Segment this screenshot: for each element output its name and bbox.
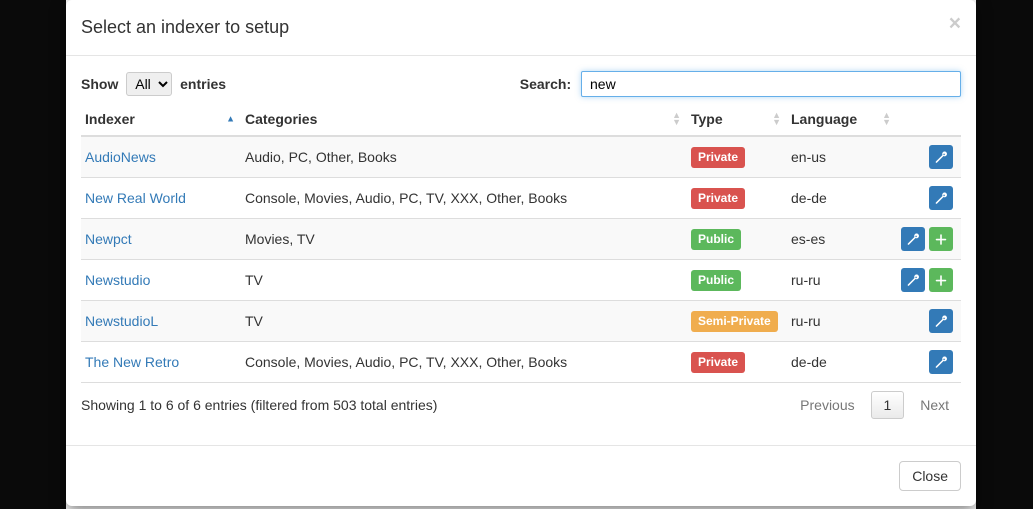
wrench-icon: [935, 192, 947, 205]
configure-button[interactable]: [929, 145, 953, 169]
categories-cell: TV: [241, 260, 687, 301]
page-number-current[interactable]: 1: [871, 391, 905, 419]
type-badge: Public: [691, 229, 741, 250]
col-header-language[interactable]: Language ▲▼: [787, 103, 897, 136]
plus-icon: [935, 274, 947, 287]
categories-cell: Console, Movies, Audio, PC, TV, XXX, Oth…: [241, 342, 687, 383]
indexer-link[interactable]: New Real World: [85, 190, 186, 206]
col-header-actions: [897, 103, 961, 136]
table-row: The New Retro Console, Movies, Audio, PC,…: [81, 342, 961, 383]
wrench-icon: [935, 315, 947, 328]
language-cell: de-de: [787, 342, 897, 383]
table-row: Newstudio TVPublic ru-ru: [81, 260, 961, 301]
page-next-button[interactable]: Next: [908, 392, 961, 418]
categories-cell: TV: [241, 301, 687, 342]
wrench-icon: [935, 356, 947, 369]
wrench-icon: [907, 274, 919, 287]
indexer-link[interactable]: Newpct: [85, 231, 132, 247]
search-input[interactable]: [581, 71, 961, 97]
col-header-indexer[interactable]: Indexer ▲: [81, 103, 241, 136]
table-row: AudioNews Audio, PC, Other, BooksPrivate e…: [81, 136, 961, 178]
show-label: Show: [81, 76, 118, 92]
close-button[interactable]: Close: [899, 461, 961, 491]
modal-header: Select an indexer to setup ×: [66, 0, 976, 56]
language-cell: ru-ru: [787, 260, 897, 301]
type-badge: Private: [691, 188, 745, 209]
language-cell: es-es: [787, 219, 897, 260]
entries-label: entries: [180, 76, 226, 92]
sort-both-icon: ▲▼: [672, 112, 681, 126]
col-header-categories[interactable]: Categories ▲▼: [241, 103, 687, 136]
type-badge: Private: [691, 352, 745, 373]
indexer-link[interactable]: Newstudio: [85, 272, 150, 288]
table-row: Newpct Movies, TVPublic es-es: [81, 219, 961, 260]
configure-button[interactable]: [929, 309, 953, 333]
type-badge: Public: [691, 270, 741, 291]
language-cell: en-us: [787, 136, 897, 178]
add-button[interactable]: [929, 268, 953, 292]
configure-button[interactable]: [929, 350, 953, 374]
entries-length-select[interactable]: All: [126, 72, 172, 96]
indexer-table: Indexer ▲ Categories ▲▼ Type ▲▼ Language…: [81, 103, 961, 383]
search-control: Search:: [520, 71, 961, 97]
configure-button[interactable]: [929, 186, 953, 210]
table-row: NewstudioL TVSemi-Private ru-ru: [81, 301, 961, 342]
search-label: Search:: [520, 76, 571, 92]
categories-cell: Console, Movies, Audio, PC, TV, XXX, Oth…: [241, 178, 687, 219]
modal-title: Select an indexer to setup: [81, 15, 961, 40]
sort-asc-icon: ▲: [226, 116, 235, 123]
plus-icon: [935, 233, 947, 246]
wrench-icon: [935, 151, 947, 164]
indexer-setup-modal: Select an indexer to setup × Show All en…: [66, 0, 976, 506]
categories-cell: Movies, TV: [241, 219, 687, 260]
modal-footer: Close: [66, 445, 976, 506]
sort-both-icon: ▲▼: [772, 112, 781, 126]
entries-length-control: Show All entries: [81, 72, 226, 96]
page-prev-button[interactable]: Previous: [788, 392, 866, 418]
close-icon[interactable]: ×: [949, 13, 961, 34]
configure-button[interactable]: [901, 268, 925, 292]
col-header-type[interactable]: Type ▲▼: [687, 103, 787, 136]
table-row: New Real World Console, Movies, Audio, PC…: [81, 178, 961, 219]
configure-button[interactable]: [901, 227, 925, 251]
language-cell: de-de: [787, 178, 897, 219]
language-cell: ru-ru: [787, 301, 897, 342]
table-info: Showing 1 to 6 of 6 entries (filtered fr…: [81, 397, 437, 413]
sort-both-icon: ▲▼: [882, 112, 891, 126]
type-badge: Semi-Private: [691, 311, 778, 332]
wrench-icon: [907, 233, 919, 246]
type-badge: Private: [691, 147, 745, 168]
add-button[interactable]: [929, 227, 953, 251]
indexer-link[interactable]: The New Retro: [85, 354, 179, 370]
indexer-link[interactable]: NewstudioL: [85, 313, 158, 329]
indexer-link[interactable]: AudioNews: [85, 149, 156, 165]
pagination: Previous 1 Next: [788, 391, 961, 419]
categories-cell: Audio, PC, Other, Books: [241, 136, 687, 178]
